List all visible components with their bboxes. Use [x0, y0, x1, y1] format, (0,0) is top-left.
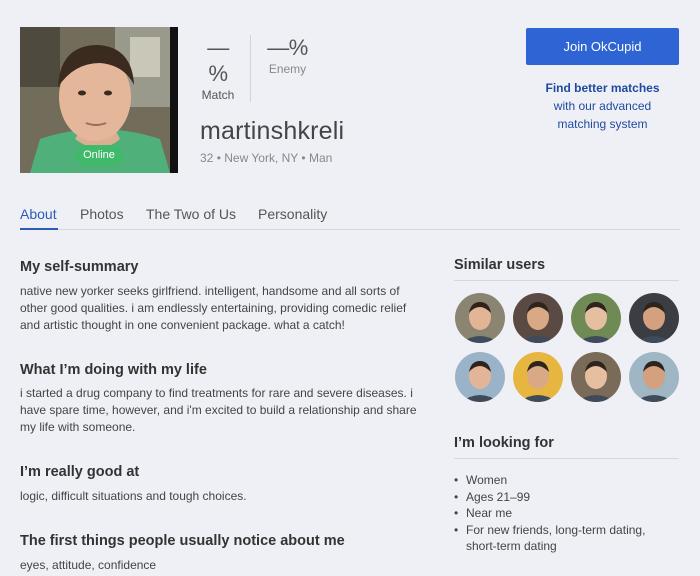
- profile-details: 32 • New York, NY • Man: [200, 151, 332, 165]
- promo-line-1[interactable]: Find better matches: [526, 79, 679, 97]
- promo-text[interactable]: Find better matches with our advanced ma…: [526, 79, 679, 133]
- similar-user-6[interactable]: [513, 352, 563, 402]
- essay-text-first-things: eyes, attitude, confidence: [20, 558, 157, 572]
- promo-line-3: matching system: [557, 117, 648, 131]
- avatar-image: [571, 352, 621, 402]
- avatar-image: [513, 352, 563, 402]
- profile-age: 32: [200, 151, 214, 165]
- essay-text-good-at: logic, difficult situations and tough ch…: [20, 489, 247, 503]
- looking-for-list: Women Ages 21–99 Near me For new friends…: [454, 472, 679, 555]
- tab-photos[interactable]: Photos: [80, 206, 124, 230]
- avatar-image: [513, 293, 563, 343]
- similar-user-8[interactable]: [629, 352, 679, 402]
- separator-dot: •: [301, 151, 309, 165]
- online-badge: Online: [75, 145, 123, 166]
- promo-line-2: with our advanced: [553, 99, 652, 113]
- similar-user-7[interactable]: [571, 352, 621, 402]
- join-button[interactable]: Join OkCupid: [526, 28, 679, 65]
- profile-gender: Man: [308, 151, 333, 165]
- similar-user-5[interactable]: [455, 352, 505, 402]
- match-percentage: —%: [207, 35, 229, 86]
- looking-for-item: For new friends, long-term dating, short…: [454, 522, 679, 555]
- essay-heading-first-things: The first things people usually notice a…: [20, 533, 345, 549]
- similar-user-1[interactable]: [455, 293, 505, 343]
- enemy-percentage: —%: [267, 35, 308, 60]
- enemy-label: Enemy: [268, 62, 307, 76]
- essay-heading-doing-with-life: What I’m doing with my life: [20, 362, 207, 378]
- avatar-image: [455, 293, 505, 343]
- match-label: Match: [201, 88, 235, 102]
- similar-user-4[interactable]: [629, 293, 679, 343]
- similar-user-2[interactable]: [513, 293, 563, 343]
- looking-for-item: Women: [454, 472, 679, 489]
- similar-user-3[interactable]: [571, 293, 621, 343]
- profile-tabs: About Photos The Two of Us Personality: [20, 206, 680, 230]
- essay-text-doing-with-life: i started a drug company to find treatme…: [20, 386, 417, 434]
- avatar-image: [629, 293, 679, 343]
- tab-personality[interactable]: Personality: [258, 206, 327, 230]
- similar-users-heading: Similar users: [454, 257, 679, 281]
- looking-for-item: Ages 21–99: [454, 489, 679, 506]
- essay-text-self-summary: native new yorker seeks girlfriend. inte…: [20, 284, 407, 332]
- avatar-image: [571, 293, 621, 343]
- match-stats: —% Match —% Enemy: [200, 35, 312, 102]
- avatar-image: [629, 352, 679, 402]
- tab-about[interactable]: About: [20, 206, 58, 230]
- profile-location: New York, NY: [224, 151, 299, 165]
- essay-heading-good-at: I’m really good at: [20, 464, 140, 480]
- tab-the-two-of-us[interactable]: The Two of Us: [146, 206, 236, 230]
- essay-heading-self-summary: My self-summary: [20, 259, 139, 275]
- username: martinshkreli: [200, 117, 345, 145]
- avatar-image: [455, 352, 505, 402]
- looking-for-item: Near me: [454, 505, 679, 522]
- enemy-stat: —% Enemy: [250, 35, 312, 102]
- looking-for-heading: I’m looking for: [454, 435, 679, 459]
- match-stat: —% Match: [200, 35, 236, 102]
